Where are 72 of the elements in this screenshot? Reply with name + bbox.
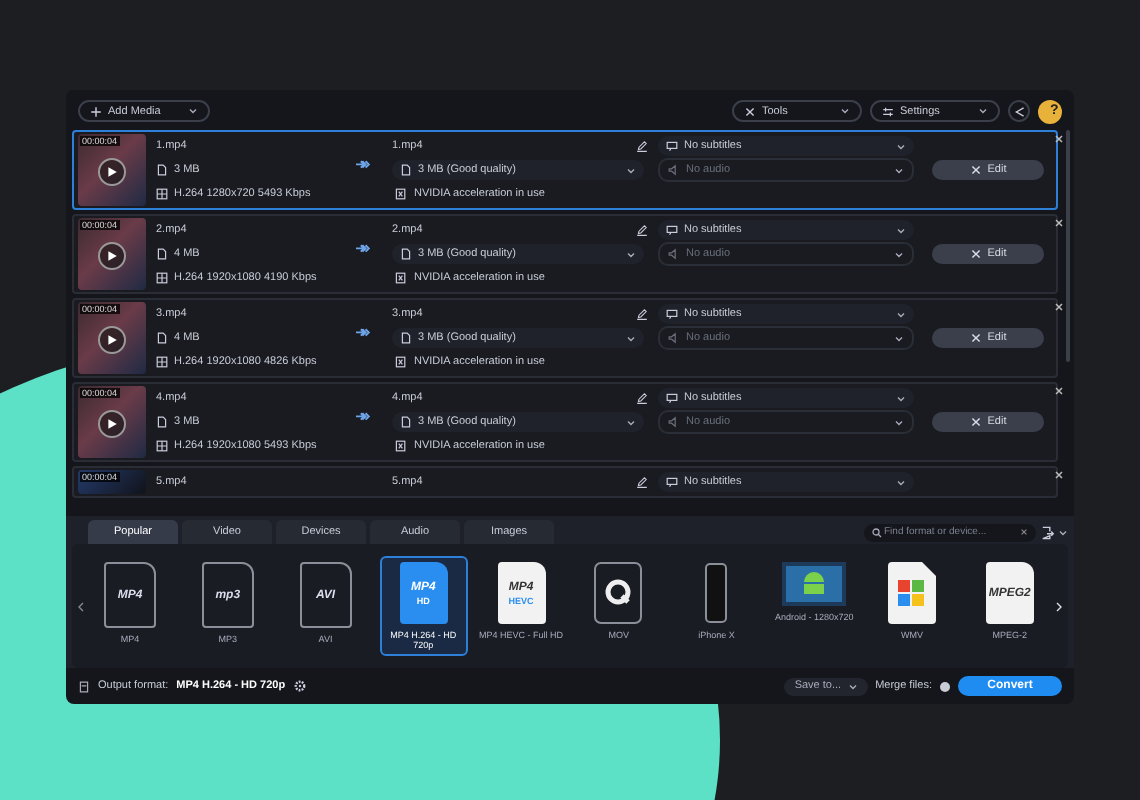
subtitles-icon: [666, 476, 678, 488]
windows-file-icon: [888, 562, 936, 624]
chevron-down-icon: [626, 333, 636, 343]
play-icon: [106, 166, 118, 178]
file-icon: [156, 164, 168, 176]
pencil-icon[interactable]: [636, 224, 648, 236]
file-icon: [156, 248, 168, 260]
file-icon: [400, 248, 412, 260]
chevron-down-icon: [896, 309, 906, 319]
chevron-down-icon: [894, 249, 904, 259]
chevron-down-icon: [626, 165, 636, 175]
chevron-down-icon: [894, 333, 904, 343]
play-icon: [106, 250, 118, 262]
chevron-down-icon: [847, 681, 858, 691]
chevron-down-icon: [840, 106, 850, 116]
pencil-icon[interactable]: [636, 392, 648, 404]
chevron-down-icon: [894, 417, 904, 427]
subtitles-icon: [666, 392, 678, 404]
android-tablet-icon: [782, 562, 847, 606]
chevron-down-icon: [978, 106, 988, 116]
play-button[interactable]: [98, 410, 126, 438]
scrollbar[interactable]: [1066, 130, 1070, 362]
chevron-down-icon: [896, 225, 906, 235]
chevron-down-icon: [188, 106, 198, 116]
chevron-down-icon: [896, 393, 906, 403]
subtitles-icon: [666, 224, 678, 236]
play-icon: [106, 418, 118, 430]
chevron-down-icon: [896, 141, 906, 151]
play-button[interactable]: [98, 326, 126, 354]
close-icon[interactable]: [1054, 218, 1064, 228]
share-icon: [1013, 105, 1025, 117]
plus-icon: [90, 105, 102, 117]
chevron-down-icon: [894, 165, 904, 175]
pencil-icon[interactable]: [636, 476, 648, 488]
file-icon: [400, 416, 412, 428]
close-icon[interactable]: [1054, 134, 1064, 144]
speaker-icon: [668, 164, 680, 176]
pencil-icon[interactable]: [636, 308, 648, 320]
subtitles-icon: [666, 140, 678, 152]
merge-toggle[interactable]: [940, 681, 950, 691]
phone-icon: [704, 562, 729, 624]
share-button[interactable]: [1008, 100, 1030, 122]
sliders-icon: [882, 105, 894, 117]
tools-icon: [744, 105, 756, 117]
close-icon[interactable]: [1054, 386, 1064, 396]
video-codec-icon: [156, 440, 168, 452]
pencil-icon[interactable]: [636, 140, 648, 152]
speaker-icon: [668, 248, 680, 260]
file-icon: [156, 416, 168, 428]
speaker-icon: [668, 332, 680, 344]
gear-icon[interactable]: [293, 680, 306, 692]
video-codec-icon: [156, 272, 168, 284]
play-button[interactable]: [98, 158, 126, 186]
play-button[interactable]: [98, 242, 126, 270]
close-icon[interactable]: [1054, 302, 1064, 312]
close-icon[interactable]: [1054, 470, 1064, 480]
quicktime-file-icon: [594, 562, 643, 624]
file-icon: [156, 332, 168, 344]
video-codec-icon: [156, 188, 168, 200]
speaker-icon: [668, 416, 680, 428]
file-icon: [400, 164, 412, 176]
chevron-down-icon: [896, 477, 906, 487]
output-file-icon: [78, 679, 90, 693]
chevron-down-icon: [626, 417, 636, 427]
subtitles-icon: [666, 308, 678, 320]
chevron-down-icon: [626, 249, 636, 259]
file-icon: [400, 332, 412, 344]
search-icon: [872, 527, 882, 537]
clear-icon[interactable]: [1020, 528, 1028, 536]
play-icon: [106, 334, 118, 346]
video-codec-icon: [156, 356, 168, 368]
collapse-chevron-icon[interactable]: [1058, 527, 1068, 537]
